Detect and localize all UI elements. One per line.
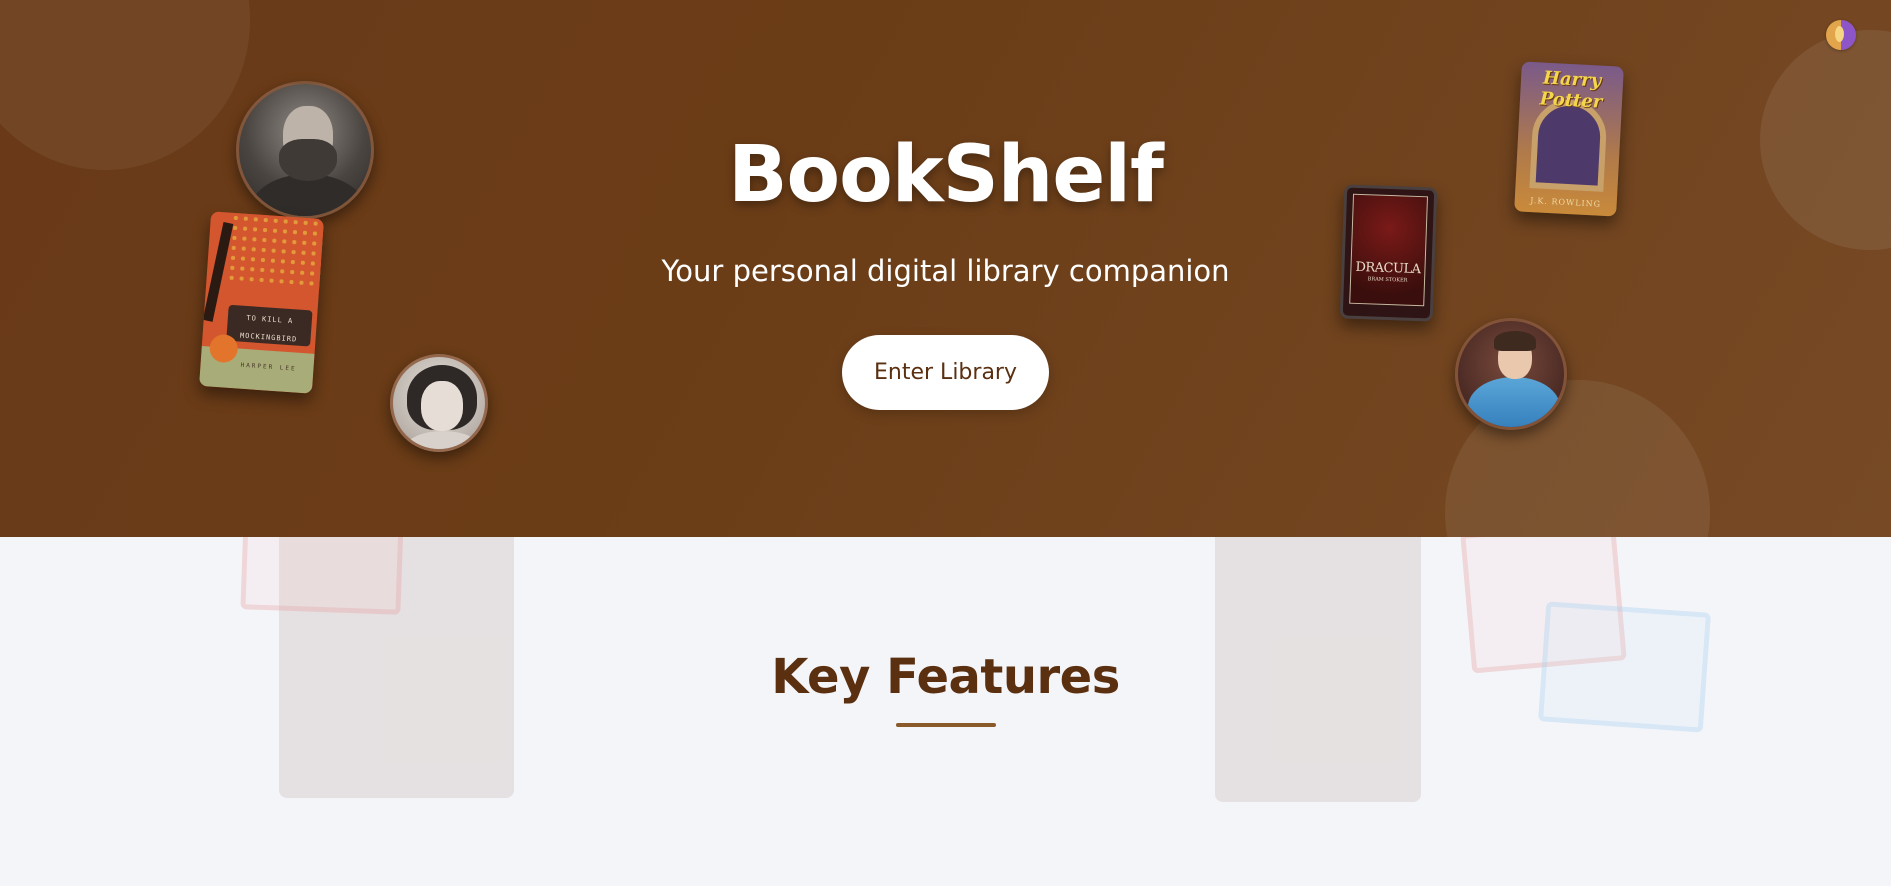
book-title: Harry Potter xyxy=(1539,67,1603,113)
hero-title: BookShelf xyxy=(728,130,1164,220)
hero-subtitle: Your personal digital library companion xyxy=(661,254,1230,288)
title-underline xyxy=(896,723,996,727)
author-portrait-jane-austen xyxy=(1455,318,1567,430)
features-section: Key Features xyxy=(0,537,1891,886)
hero-section: TO KILL A MOCKINGBIRD HARPER LEE DRACULA… xyxy=(0,0,1891,537)
book-cover-to-kill-a-mockingbird: TO KILL A MOCKINGBIRD HARPER LEE xyxy=(199,211,324,394)
author-portrait-harper-lee xyxy=(390,354,488,452)
section-title: Key Features xyxy=(771,649,1120,705)
theme-toggle-icon[interactable] xyxy=(1826,20,1856,50)
book-title-line: MOCKINGBIRD xyxy=(239,331,298,344)
decor-book-icon xyxy=(240,537,404,615)
enter-library-button[interactable]: Enter Library xyxy=(842,335,1049,410)
book-title-line: TO KILL A xyxy=(246,313,294,326)
